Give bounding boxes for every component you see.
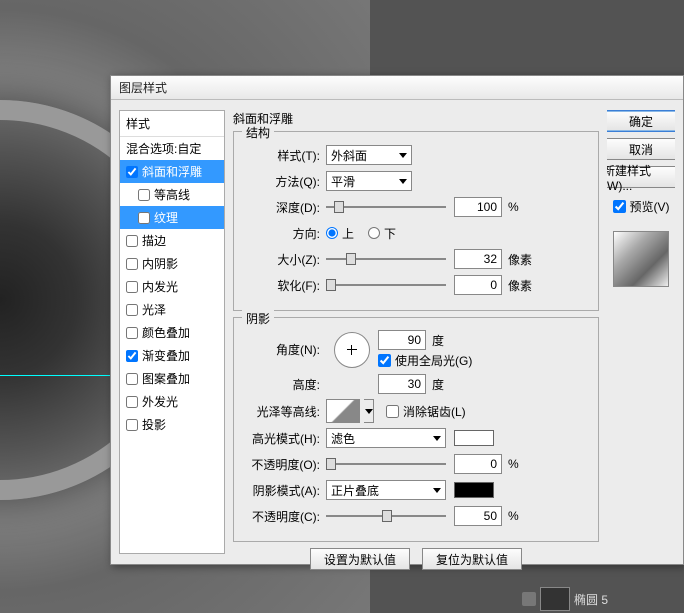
shadow-color-swatch[interactable]: [454, 482, 494, 498]
highlight-opacity-slider[interactable]: [326, 455, 446, 473]
gloss-contour[interactable]: [326, 399, 360, 423]
gradient-overlay-checkbox[interactable]: [126, 350, 138, 362]
style-stroke[interactable]: 描边: [120, 229, 224, 252]
new-style-button[interactable]: 新建样式(W)...: [607, 166, 675, 188]
technique-select[interactable]: 平滑: [326, 171, 412, 191]
size-label: 大小(Z):: [244, 251, 326, 268]
style-color-overlay[interactable]: 颜色叠加: [120, 321, 224, 344]
percent-unit: %: [508, 509, 519, 523]
dialog-buttons: 确定 取消 新建样式(W)... 预览(V): [607, 110, 675, 554]
guide-line: [0, 375, 120, 376]
settings-panel: 斜面和浮雕 结构 样式(T): 外斜面 方法(Q): 平滑 深度(D): %: [233, 110, 599, 554]
reset-default-button[interactable]: 复位为默认值: [422, 548, 522, 570]
style-blend-options[interactable]: 混合选项:自定: [120, 137, 224, 160]
contour-caret[interactable]: [364, 399, 374, 423]
depth-unit: %: [508, 200, 519, 214]
preview-thumb: [613, 231, 669, 287]
shadow-opacity-input[interactable]: [454, 506, 502, 526]
shading-fieldset: 阴影 角度(N): 度 使用全局光(G): [233, 317, 599, 542]
caret-icon: [433, 436, 441, 441]
style-drop-shadow[interactable]: 投影: [120, 413, 224, 436]
style-texture[interactable]: 纹理: [120, 206, 224, 229]
style-gradient-overlay[interactable]: 渐变叠加: [120, 344, 224, 367]
layer-thumb: [540, 587, 570, 611]
drop-shadow-checkbox[interactable]: [126, 419, 138, 431]
style-select[interactable]: 外斜面: [326, 145, 412, 165]
soften-unit: 像素: [508, 277, 532, 294]
highlight-opacity-label: 不透明度(O):: [244, 456, 326, 473]
dialog-titlebar[interactable]: 图层样式: [111, 76, 683, 100]
caret-icon: [433, 488, 441, 493]
highlight-color-swatch[interactable]: [454, 430, 494, 446]
depth-label: 深度(D):: [244, 199, 326, 216]
texture-checkbox[interactable]: [138, 212, 150, 224]
styles-header[interactable]: 样式: [120, 111, 224, 137]
size-unit: 像素: [508, 251, 532, 268]
shading-legend: 阴影: [242, 310, 274, 327]
highlight-opacity-input[interactable]: [454, 454, 502, 474]
dialog-title: 图层样式: [119, 79, 167, 96]
layers-panel: 椭圆 5: [520, 585, 680, 613]
direction-label: 方向:: [244, 225, 326, 242]
style-label: 样式(T):: [244, 147, 326, 164]
shadow-mode-select[interactable]: 正片叠底: [326, 480, 446, 500]
caret-icon: [399, 153, 407, 158]
bevel-checkbox[interactable]: [126, 166, 138, 178]
direction-down-radio[interactable]: [368, 227, 380, 239]
direction-up-radio[interactable]: [326, 227, 338, 239]
structure-legend: 结构: [242, 124, 274, 141]
satin-checkbox[interactable]: [126, 304, 138, 316]
shadow-opacity-slider[interactable]: [326, 507, 446, 525]
inner-shadow-checkbox[interactable]: [126, 258, 138, 270]
style-bevel[interactable]: 斜面和浮雕: [120, 160, 224, 183]
color-overlay-checkbox[interactable]: [126, 327, 138, 339]
inner-glow-checkbox[interactable]: [126, 281, 138, 293]
stroke-checkbox[interactable]: [126, 235, 138, 247]
technique-label: 方法(Q):: [244, 173, 326, 190]
angle-widget[interactable]: [334, 332, 370, 368]
shadow-mode-label: 阴影模式(A):: [244, 482, 326, 499]
angle-label: 角度(N):: [244, 341, 326, 358]
layer-row[interactable]: 椭圆 5: [520, 585, 680, 613]
preview-checkbox[interactable]: [613, 200, 626, 213]
depth-slider[interactable]: [326, 198, 446, 216]
depth-input[interactable]: [454, 197, 502, 217]
shadow-opacity-label: 不透明度(C):: [244, 508, 326, 525]
angle-input[interactable]: [378, 330, 426, 350]
highlight-mode-label: 高光模式(H):: [244, 430, 326, 447]
pattern-overlay-checkbox[interactable]: [126, 373, 138, 385]
altitude-input[interactable]: [378, 374, 426, 394]
antialias-checkbox[interactable]: [386, 405, 399, 418]
structure-fieldset: 结构 样式(T): 外斜面 方法(Q): 平滑 深度(D): % 方向:: [233, 131, 599, 311]
gloss-label: 光泽等高线:: [244, 403, 326, 420]
altitude-label: 高度:: [244, 376, 326, 393]
style-outer-glow[interactable]: 外发光: [120, 390, 224, 413]
layer-name: 椭圆 5: [574, 591, 608, 608]
style-contour[interactable]: 等高线: [120, 183, 224, 206]
size-slider[interactable]: [326, 250, 446, 268]
style-satin[interactable]: 光泽: [120, 298, 224, 321]
style-pattern-overlay[interactable]: 图案叠加: [120, 367, 224, 390]
soften-slider[interactable]: [326, 276, 446, 294]
cancel-button[interactable]: 取消: [607, 138, 675, 160]
angle-unit: 度: [432, 332, 444, 349]
styles-list: 样式 混合选项:自定 斜面和浮雕 等高线 纹理 描边 内阴影 内发光 光泽 颜色…: [119, 110, 225, 554]
size-input[interactable]: [454, 249, 502, 269]
soften-label: 软化(F):: [244, 277, 326, 294]
outer-glow-checkbox[interactable]: [126, 396, 138, 408]
visibility-icon[interactable]: [522, 592, 536, 606]
contour-checkbox[interactable]: [138, 189, 150, 201]
highlight-mode-select[interactable]: 滤色: [326, 428, 446, 448]
make-default-button[interactable]: 设置为默认值: [310, 548, 410, 570]
caret-icon: [399, 179, 407, 184]
layer-style-dialog: 图层样式 样式 混合选项:自定 斜面和浮雕 等高线 纹理 描边 内阴影 内发光 …: [110, 75, 684, 565]
section-title: 斜面和浮雕: [233, 110, 599, 127]
style-inner-shadow[interactable]: 内阴影: [120, 252, 224, 275]
altitude-unit: 度: [432, 376, 444, 393]
global-light-checkbox[interactable]: [378, 354, 391, 367]
percent-unit: %: [508, 457, 519, 471]
style-inner-glow[interactable]: 内发光: [120, 275, 224, 298]
soften-input[interactable]: [454, 275, 502, 295]
ok-button[interactable]: 确定: [607, 110, 675, 132]
